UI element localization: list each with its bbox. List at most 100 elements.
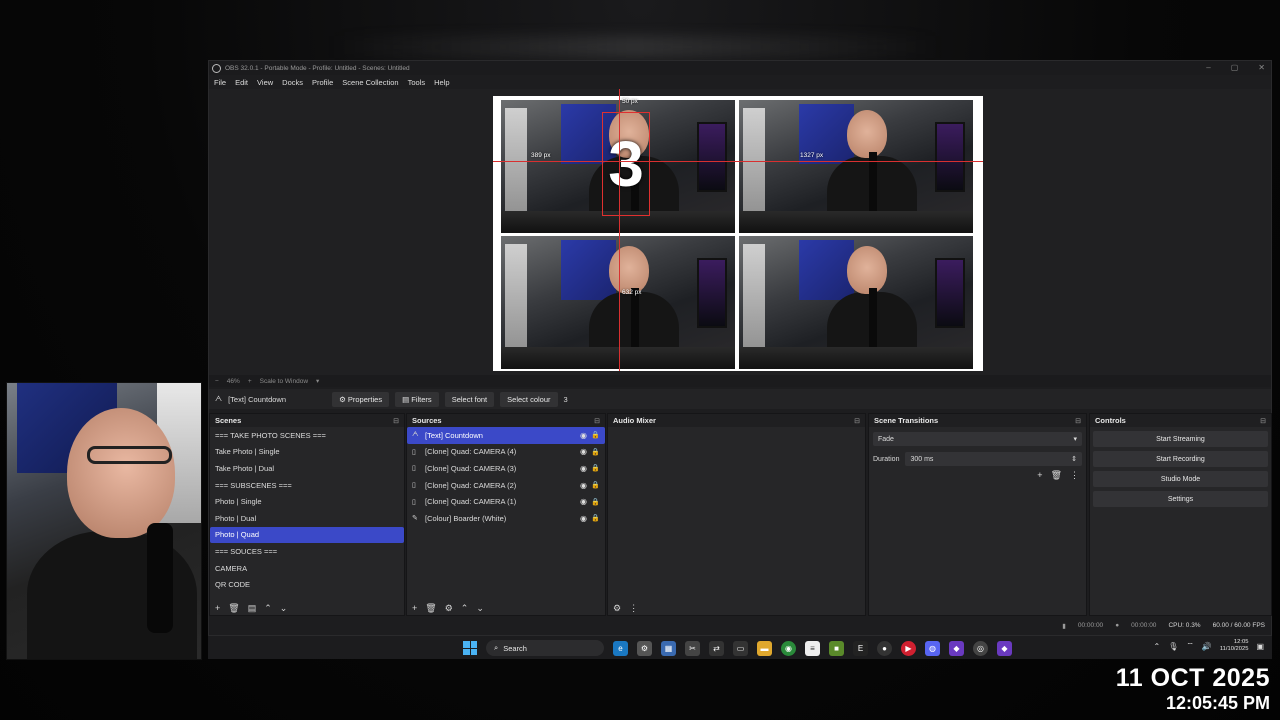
move-up-icon[interactable]: ⌃ bbox=[461, 603, 469, 614]
lock-icon[interactable]: 🔒 bbox=[591, 481, 600, 489]
source-item[interactable]: ▯ [Clone] Quad: CAMERA (4) ◉ 🔒 bbox=[407, 444, 605, 461]
scene-item[interactable]: === SOUCES === bbox=[210, 543, 404, 560]
zoom-out-icon[interactable]: − bbox=[215, 378, 219, 385]
app-icon[interactable]: ◆ bbox=[949, 640, 964, 656]
move-up-icon[interactable]: ⌃ bbox=[264, 603, 272, 614]
properties-button[interactable]: ⚙ Properties bbox=[332, 391, 390, 407]
menu-file[interactable]: File bbox=[214, 78, 226, 87]
folder-icon[interactable]: ▬ bbox=[757, 640, 772, 656]
lock-icon[interactable]: 🔒 bbox=[591, 431, 600, 439]
start-streaming-button[interactable]: Start Streaming bbox=[1093, 431, 1268, 447]
eye-icon[interactable]: ◉ bbox=[580, 431, 587, 440]
studio-mode-button[interactable]: Studio Mode bbox=[1093, 471, 1268, 487]
lock-icon[interactable]: 🔒 bbox=[591, 514, 600, 522]
scene-item[interactable]: === SUBSCENES === bbox=[210, 477, 404, 494]
camera-clone-1[interactable]: 3 bbox=[501, 100, 735, 233]
camera-clone-4[interactable] bbox=[739, 236, 973, 369]
discord-icon[interactable]: ◍ bbox=[925, 640, 940, 656]
gear-icon[interactable]: ⚙ bbox=[445, 603, 453, 614]
eye-icon[interactable]: ◉ bbox=[580, 464, 587, 473]
add-icon[interactable]: + bbox=[412, 603, 417, 613]
chevron-up-icon[interactable]: ⌃ bbox=[1153, 642, 1160, 651]
menu-tools[interactable]: Tools bbox=[408, 78, 426, 87]
more-options-icon[interactable]: ⋮ bbox=[1070, 470, 1079, 481]
eye-icon[interactable]: ◉ bbox=[580, 514, 587, 523]
scene-item[interactable]: Photo | Dual bbox=[210, 510, 404, 527]
menu-profile[interactable]: Profile bbox=[312, 78, 333, 87]
scene-item[interactable]: QR CODE bbox=[210, 576, 404, 593]
obs-taskbar-icon[interactable]: ◎ bbox=[973, 640, 988, 656]
dock-menu-icon[interactable]: ⊟ bbox=[393, 417, 399, 425]
eye-icon[interactable]: ◉ bbox=[580, 447, 587, 456]
minimize-icon[interactable]: – bbox=[1206, 63, 1210, 72]
github-icon[interactable]: ● bbox=[877, 640, 892, 656]
scene-item[interactable]: Photo | Single bbox=[210, 493, 404, 510]
add-icon[interactable]: + bbox=[1037, 470, 1042, 481]
camera-clone-3[interactable] bbox=[501, 236, 735, 369]
scene-item[interactable]: CAMERA bbox=[210, 560, 404, 577]
more-options-icon[interactable]: ⋮ bbox=[629, 603, 638, 614]
lock-icon[interactable]: 🔒 bbox=[591, 448, 600, 456]
source-item[interactable]: ▯ [Clone] Quad: CAMERA (3) ◉ 🔒 bbox=[407, 460, 605, 477]
select-colour-button[interactable]: Select colour bbox=[500, 391, 558, 407]
terminal-icon[interactable]: ▭ bbox=[733, 640, 748, 656]
settings-button[interactable]: Settings bbox=[1093, 491, 1268, 507]
menu-docks[interactable]: Docks bbox=[282, 78, 303, 87]
advanced-audio-icon[interactable]: ⚙ bbox=[613, 603, 621, 614]
menu-scene-collection[interactable]: Scene Collection bbox=[342, 78, 398, 87]
notepad-icon[interactable]: ≡ bbox=[805, 640, 820, 656]
microphone-icon[interactable]: 🎙 bbox=[1168, 642, 1178, 651]
app-icon-2[interactable]: ◆ bbox=[997, 640, 1012, 656]
chrome-icon[interactable]: ◉ bbox=[781, 640, 796, 656]
source-item[interactable]: ▯ [Clone] Quad: CAMERA (1) ◉ 🔒 bbox=[407, 493, 605, 510]
eye-icon[interactable]: ◉ bbox=[580, 497, 587, 506]
maximize-icon[interactable]: ▢ bbox=[1231, 63, 1239, 72]
move-down-icon[interactable]: ⌄ bbox=[476, 603, 484, 614]
scene-item[interactable]: Take Photo | Single bbox=[210, 444, 404, 461]
source-item[interactable]: ᗅ [Text] Countdown ◉ 🔒 bbox=[407, 427, 605, 444]
zoom-in-icon[interactable]: + bbox=[248, 378, 252, 385]
trash-icon[interactable]: 🗑 bbox=[425, 603, 436, 614]
filter-icon[interactable]: ▤ bbox=[248, 603, 257, 614]
select-font-button[interactable]: Select font bbox=[444, 391, 495, 407]
taskbar-search[interactable]: ⌕ Search bbox=[486, 640, 604, 656]
menu-view[interactable]: View bbox=[257, 78, 273, 87]
remote-icon[interactable]: ⇄ bbox=[709, 640, 724, 656]
source-item[interactable]: ▯ [Clone] Quad: CAMERA (2) ◉ 🔒 bbox=[407, 477, 605, 494]
lock-icon[interactable]: 🔒 bbox=[591, 464, 600, 472]
menu-help[interactable]: Help bbox=[434, 78, 449, 87]
dock-menu-icon[interactable]: ⊟ bbox=[854, 417, 860, 425]
start-recording-button[interactable]: Start Recording bbox=[1093, 451, 1268, 467]
chevron-down-icon[interactable]: ▾ bbox=[316, 377, 319, 385]
trash-icon[interactable]: 🗑 bbox=[1051, 470, 1062, 481]
calculator-icon[interactable]: ▦ bbox=[661, 640, 676, 656]
edge-icon[interactable]: e bbox=[613, 640, 628, 656]
transition-select[interactable]: Fade ▾ bbox=[873, 432, 1082, 446]
media-player-icon[interactable]: ▶ bbox=[901, 640, 916, 656]
epic-games-icon[interactable]: E bbox=[853, 640, 868, 656]
text-value[interactable]: 3 bbox=[564, 395, 568, 404]
scene-item[interactable]: Photo | Quad bbox=[210, 526, 404, 544]
menu-edit[interactable]: Edit bbox=[235, 78, 248, 87]
preview-canvas[interactable]: 3 bbox=[493, 96, 983, 371]
settings-app-icon[interactable]: ⚙ bbox=[637, 640, 652, 656]
notification-icon[interactable]: ▣ bbox=[1256, 642, 1264, 651]
source-item[interactable]: ✎ [Colour] Boarder (White) ◉ 🔒 bbox=[407, 510, 605, 527]
wifi-icon[interactable]: ⌔ bbox=[1186, 641, 1194, 651]
dock-menu-icon[interactable]: ⊟ bbox=[594, 417, 600, 425]
add-icon[interactable]: + bbox=[215, 603, 220, 613]
preview-area[interactable]: 3 50 px 389 px 1327 px 632 px bbox=[209, 89, 1271, 379]
volume-icon[interactable]: 🔊 bbox=[1202, 642, 1212, 651]
duration-input[interactable]: 300 ms ⇕ bbox=[905, 452, 1082, 466]
dock-menu-icon[interactable]: ⊟ bbox=[1075, 417, 1081, 425]
camera-clone-2[interactable] bbox=[739, 100, 973, 233]
scene-item[interactable]: === TAKE PHOTO SCENES === bbox=[210, 427, 404, 444]
start-icon[interactable] bbox=[463, 641, 477, 655]
close-icon[interactable]: ✕ bbox=[1258, 63, 1265, 72]
countdown-text[interactable]: 3 bbox=[602, 112, 650, 216]
minecraft-icon[interactable]: ■ bbox=[829, 640, 844, 656]
scene-item[interactable]: Take Photo | Dual bbox=[210, 460, 404, 477]
scale-mode[interactable]: Scale to Window bbox=[260, 378, 308, 385]
eye-icon[interactable]: ◉ bbox=[580, 481, 587, 490]
snipping-icon[interactable]: ✂ bbox=[685, 640, 700, 656]
